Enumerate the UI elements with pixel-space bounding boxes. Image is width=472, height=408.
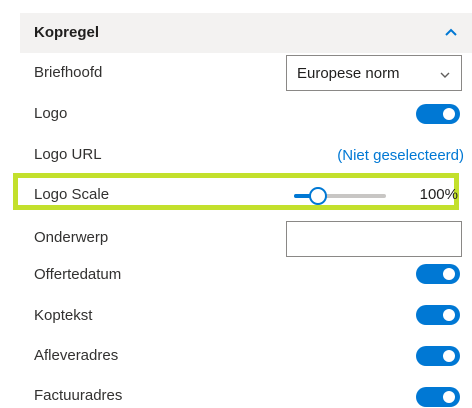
afleveradres-toggle[interactable] <box>416 346 460 366</box>
chevron-up-icon[interactable] <box>442 24 460 42</box>
toggle-knob <box>443 108 455 120</box>
section-header[interactable]: Kopregel <box>20 13 472 53</box>
koptekst-toggle[interactable] <box>416 305 460 325</box>
logo-scale-value: 100% <box>419 186 458 203</box>
toggle-knob <box>443 391 455 403</box>
koptekst-label: Koptekst <box>34 307 93 324</box>
briefhoofd-select-value: Europese norm <box>297 65 400 82</box>
toggle-knob <box>443 268 455 280</box>
offertedatum-label: Offertedatum <box>34 266 122 283</box>
afleveradres-label: Afleveradres <box>34 347 119 364</box>
toggle-knob <box>443 309 455 321</box>
logo-url-label: Logo URL <box>34 146 102 163</box>
chevron-down-icon <box>439 68 451 80</box>
briefhoofd-label: Briefhoofd <box>34 64 103 81</box>
toggle-knob <box>443 350 455 362</box>
logo-scale-label: Logo Scale <box>34 186 110 203</box>
section-title: Kopregel <box>34 24 100 41</box>
factuuradres-toggle[interactable] <box>416 387 460 407</box>
logo-label: Logo <box>34 105 68 122</box>
onderwerp-input[interactable] <box>286 221 462 257</box>
logo-url-link[interactable]: (Niet geselecteerd) <box>337 147 464 164</box>
logo-toggle[interactable] <box>416 104 460 124</box>
briefhoofd-select[interactable]: Europese norm <box>286 55 462 91</box>
logo-scale-slider[interactable] <box>294 187 386 205</box>
slider-thumb[interactable] <box>308 187 327 205</box>
factuuradres-label: Factuuradres <box>34 387 123 404</box>
onderwerp-label: Onderwerp <box>34 229 109 246</box>
offertedatum-toggle[interactable] <box>416 264 460 284</box>
